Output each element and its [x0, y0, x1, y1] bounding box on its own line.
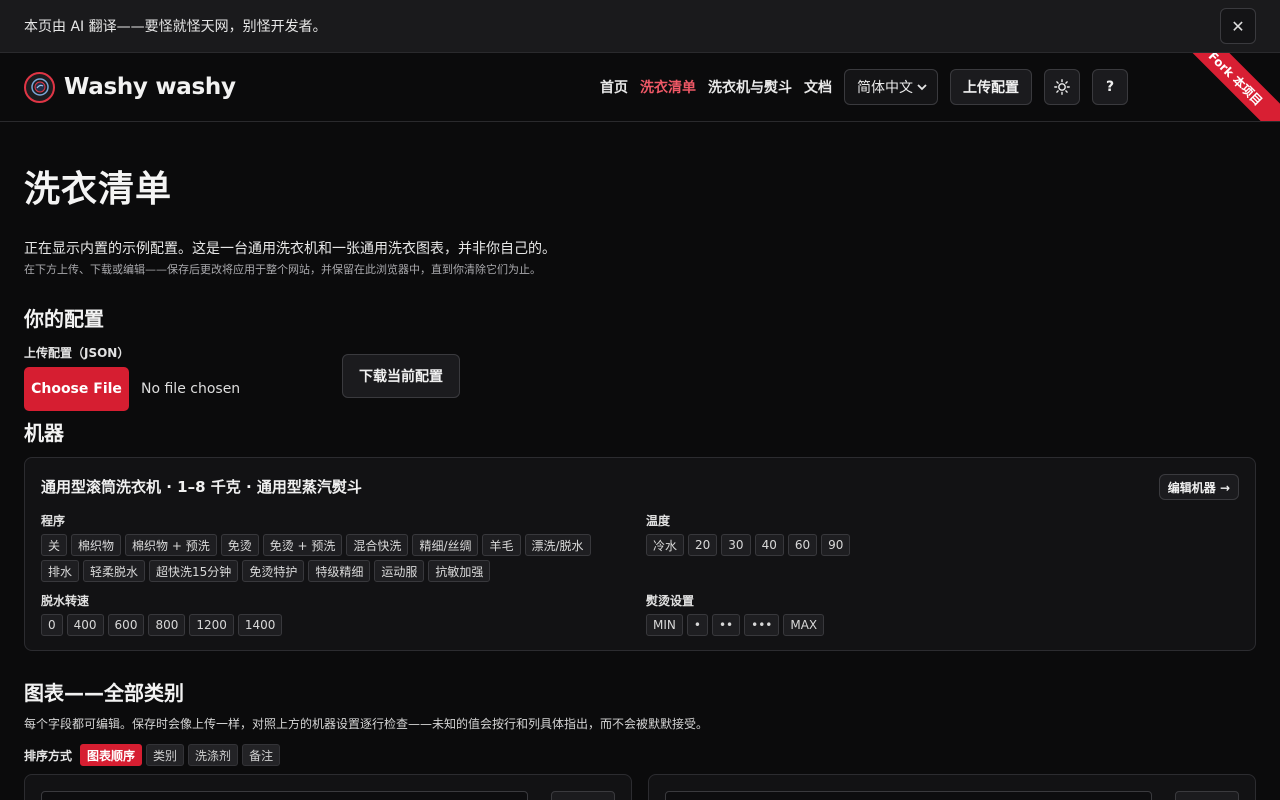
spin-speed-chip: 800: [148, 614, 186, 636]
card-action-button[interactable]: [551, 791, 615, 800]
category-name-input[interactable]: [665, 791, 1152, 800]
sort-option-detergent[interactable]: 洗涤剂: [188, 744, 239, 766]
programs-label: 程序: [41, 514, 66, 528]
intro-text: 正在显示内置的示例配置。这是一台通用洗衣机和一张通用洗衣图表，并非你自己的。: [24, 241, 556, 257]
iron-setting-chip: MAX: [783, 614, 825, 636]
spin-label: 脱水转速: [41, 594, 90, 608]
iron-setting-chip: MIN: [646, 614, 683, 636]
spin-group: 脱水转速 0 400 600 800 1200 1400: [41, 592, 631, 636]
brand-name: Washy washy: [64, 74, 236, 100]
program-chip: 棉织物: [71, 534, 122, 556]
iron-chips: MIN • •• ••• MAX: [646, 614, 1236, 636]
program-chip: 抗敏加强: [428, 560, 491, 582]
programs-chips: 关棉织物 棉织物 + 预洗 免烫 免烫 + 预洗 混合快洗 精细/丝绸 羊毛 漂洗/脱水排水轻…: [41, 534, 631, 582]
iron-setting-chip: ••: [711, 614, 741, 636]
temperature-chip: 60: [787, 534, 818, 556]
program-chip: 漂洗/脱水: [524, 534, 591, 556]
help-button[interactable]: ?: [1092, 69, 1128, 105]
language-select[interactable]: 简体中文: [844, 69, 938, 105]
program-chip: 棉织物 + 预洗: [125, 534, 217, 556]
nav-links: 首页 洗衣清单 洗衣机与熨斗 文档: [600, 69, 844, 105]
spin-speed-chip: 600: [107, 614, 145, 636]
temps-label: 温度: [646, 514, 671, 528]
upload-config-label: 上传配置（JSON）: [24, 346, 130, 360]
sort-option-category[interactable]: 类别: [146, 744, 185, 766]
card-action-button[interactable]: [1175, 791, 1239, 800]
iron-label: 熨烫设置: [646, 594, 695, 608]
nav-link-machines-irons[interactable]: 洗衣机与熨斗: [708, 77, 792, 97]
program-chip: 免烫 + 预洗: [262, 534, 343, 556]
spin-chips: 0 400 600 800 1200 1400: [41, 614, 631, 636]
fork-ribbon[interactable]: Fork 本项目: [1170, 53, 1280, 121]
brand[interactable]: Washy washy: [24, 71, 236, 103]
main-content: 洗衣清单 正在显示内置的示例配置。这是一台通用洗衣机和一张通用洗衣图表，并非你自…: [0, 160, 1280, 766]
download-config-button[interactable]: 下载当前配置: [342, 354, 460, 398]
spin-speed-chip: 400: [66, 614, 104, 636]
program-chip: 混合快洗: [346, 534, 409, 556]
top-nav: Washy washy 首页 洗衣清单 洗衣机与熨斗 文档 简体中文 上传配置 …: [0, 53, 1280, 122]
program-chip: 特级精细: [308, 560, 371, 582]
config-heading: 你的配置: [24, 307, 104, 331]
banner-text: 本页由 AI 翻译——要怪就怪天网，别怪开发者。: [24, 19, 327, 35]
program-chip: 超快洗15分钟: [149, 560, 239, 582]
nav-link-docs[interactable]: 文档: [804, 77, 832, 97]
chevron-down-icon: [917, 84, 927, 91]
temps-chips: 冷水 20 30 40 60 90: [646, 534, 1236, 556]
temperature-chip: 40: [754, 534, 784, 556]
temps-group: 温度 冷水 20 30 40 60 90: [646, 512, 1236, 556]
spin-speed-chip: 1400: [237, 614, 283, 636]
program-chip: 运动服: [374, 560, 425, 582]
translation-banner: 本页由 AI 翻译——要怪就怪天网，别怪开发者。 ✕: [0, 0, 1280, 53]
intro-subtext: 在下方上传、下载或编辑——保存后更改将应用于整个网站，并保留在此浏览器中，直到你…: [24, 263, 541, 276]
nav-link-laundry-list[interactable]: 洗衣清单: [640, 77, 696, 97]
chart-card: [648, 774, 1256, 800]
machine-card: 通用型滚筒洗衣机 · 1–8 千克 · 通用型蒸汽熨斗 编辑机器 → 程序 关棉…: [24, 457, 1256, 651]
iron-setting-chip: •: [686, 614, 708, 636]
program-chip: 免烫特护: [242, 560, 305, 582]
close-banner-button[interactable]: ✕: [1220, 8, 1256, 44]
chart-card: [24, 774, 632, 800]
sort-option-notes[interactable]: 备注: [242, 744, 281, 766]
temperature-chip: 冷水: [646, 534, 685, 556]
no-file-text: No file chosen: [141, 381, 241, 397]
machine-heading: 机器: [24, 421, 64, 445]
sort-option-chart-order[interactable]: 图表顺序: [80, 744, 143, 766]
edit-machine-button[interactable]: 编辑机器 →: [1158, 474, 1239, 500]
temperature-chip: 20: [688, 534, 718, 556]
page-title: 洗衣清单: [24, 169, 173, 210]
chart-cards: [24, 774, 1256, 800]
upload-row: Choose File No file chosen 下载当前配置: [24, 354, 1256, 421]
program-chip: 排水: [41, 560, 80, 582]
language-value: 简体中文: [857, 80, 913, 96]
chart-heading: 图表——全部类别: [24, 681, 184, 705]
program-chip: 轻柔脱水: [83, 560, 146, 582]
program-chip: 免烫: [220, 534, 259, 556]
iron-setting-chip: •••: [744, 614, 780, 636]
programs-group: 程序 关棉织物 棉织物 + 预洗 免烫 免烫 + 预洗 混合快洗 精细/丝绸 羊毛 漂洗/脱水…: [41, 512, 631, 582]
close-icon: ✕: [1231, 16, 1245, 36]
spin-speed-chip: 1200: [189, 614, 234, 636]
iron-group: 熨烫设置 MIN • •• ••• MAX: [646, 592, 1236, 636]
program-chip: 关: [41, 534, 68, 556]
temperature-chip: 90: [821, 534, 851, 556]
upload-config-button[interactable]: 上传配置: [950, 69, 1032, 105]
choose-file-button[interactable]: Choose File: [24, 367, 129, 411]
sun-icon: [1054, 79, 1070, 95]
nav-link-home[interactable]: 首页: [600, 77, 628, 97]
spin-speed-chip: 0: [41, 614, 63, 636]
program-chip: 精细/丝绸: [412, 534, 479, 556]
chart-description: 每个字段都可编辑。保存时会像上传一样，对照上方的机器设置逐行检查——未知的值会按…: [24, 717, 709, 731]
theme-toggle-button[interactable]: [1044, 69, 1080, 105]
washing-machine-logo-icon: [24, 71, 55, 103]
sort-label: 排序方式: [24, 748, 73, 763]
program-chip: 羊毛: [482, 534, 521, 556]
temperature-chip: 30: [721, 534, 751, 556]
sort-row: 排序方式 图表顺序 类别 洗涤剂 备注: [24, 744, 1256, 766]
category-name-input[interactable]: [41, 791, 528, 800]
machine-title: 通用型滚筒洗衣机 · 1–8 千克 · 通用型蒸汽熨斗: [41, 478, 362, 496]
